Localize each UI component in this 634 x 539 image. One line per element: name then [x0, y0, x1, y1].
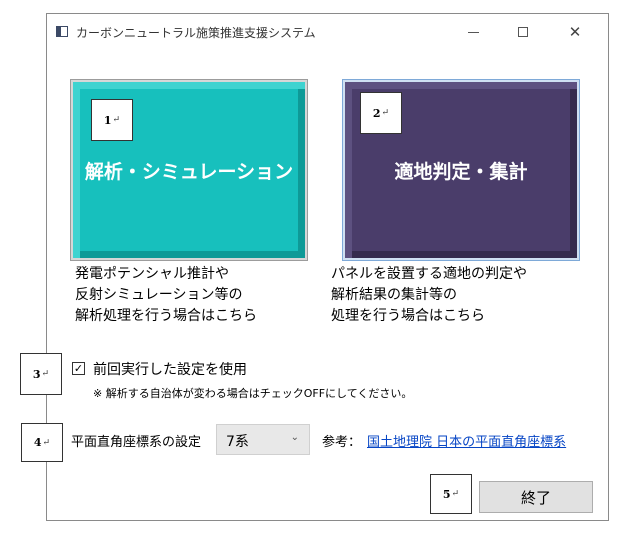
gsi-coordinate-system-link[interactable]: 国土地理院 日本の平面直角座標系 [367, 431, 566, 450]
title-bar: カーボンニュートラル施策推進支援システム ✕ [47, 14, 608, 50]
marker-2-number: 2 [372, 106, 381, 120]
suitability-desc-line: パネルを設置する適地の判定や [331, 266, 527, 282]
marker-1: 1 ↵ [91, 99, 133, 141]
return-mark-icon: ↵ [112, 115, 121, 125]
return-mark-icon: ↵ [42, 437, 51, 448]
marker-4-number: 4 [33, 436, 42, 449]
coordinate-system-label: 平面直角座標系の設定 [71, 435, 202, 450]
exit-button-label: 終了 [520, 488, 551, 507]
suitability-desc-line: 処理を行う場合はこちら [331, 308, 485, 324]
minimize-button[interactable] [453, 18, 493, 46]
use-previous-settings-checkbox[interactable]: ✓ [72, 362, 85, 375]
reference-label: 参考： [322, 435, 362, 450]
use-previous-settings-label[interactable]: 前回実行した設定を使用 [93, 359, 247, 379]
maximize-icon [518, 27, 528, 37]
marker-5: 5 ↵ [430, 474, 472, 514]
marker-3: 3 ↵ [20, 353, 62, 395]
checkmark-icon: ✓ [73, 362, 84, 375]
suitability-button-label: 適地判定・集計 [394, 160, 528, 183]
analysis-description: 発電ポテンシャル推計や 反射シミュレーション等の 解析処理を行う場合はこちら [75, 264, 257, 327]
window-title: カーボンニュートラル施策推進支援システム [76, 26, 316, 40]
suitability-description: パネルを設置する適地の判定や 解析結果の集計等の 処理を行う場合はこちら [331, 264, 527, 327]
marker-4: 4 ↵ [21, 423, 63, 462]
marker-3-number: 3 [32, 367, 41, 381]
coordinate-system-value: 7系 [226, 434, 249, 450]
analysis-desc-line: 反射シミュレーション等の [75, 287, 243, 303]
coordinate-system-select[interactable]: 7系 ⌄ [216, 424, 310, 455]
analysis-button-label: 解析・シミュレーション [84, 160, 294, 183]
close-icon: ✕ [568, 23, 582, 41]
marker-1-number: 1 [103, 113, 112, 127]
chevron-down-icon: ⌄ [290, 432, 299, 443]
analysis-desc-line: 発電ポテンシャル推計や [75, 266, 229, 282]
return-mark-icon: ↵ [381, 108, 390, 118]
analysis-desc-line: 解析処理を行う場合はこちら [75, 308, 257, 324]
app-icon [56, 26, 68, 37]
maximize-button[interactable] [503, 18, 543, 46]
return-mark-icon: ↵ [451, 489, 460, 499]
close-button[interactable]: ✕ [555, 18, 595, 46]
municipality-change-note: ※ 解析する自治体が変わる場合はチェックOFFにしてください。 [93, 387, 413, 400]
suitability-desc-line: 解析結果の集計等の [331, 287, 457, 303]
exit-button[interactable]: 終了 [479, 481, 593, 513]
marker-5-number: 5 [442, 487, 451, 501]
minimize-icon [467, 31, 479, 33]
marker-2: 2 ↵ [360, 92, 402, 134]
return-mark-icon: ↵ [41, 369, 50, 379]
